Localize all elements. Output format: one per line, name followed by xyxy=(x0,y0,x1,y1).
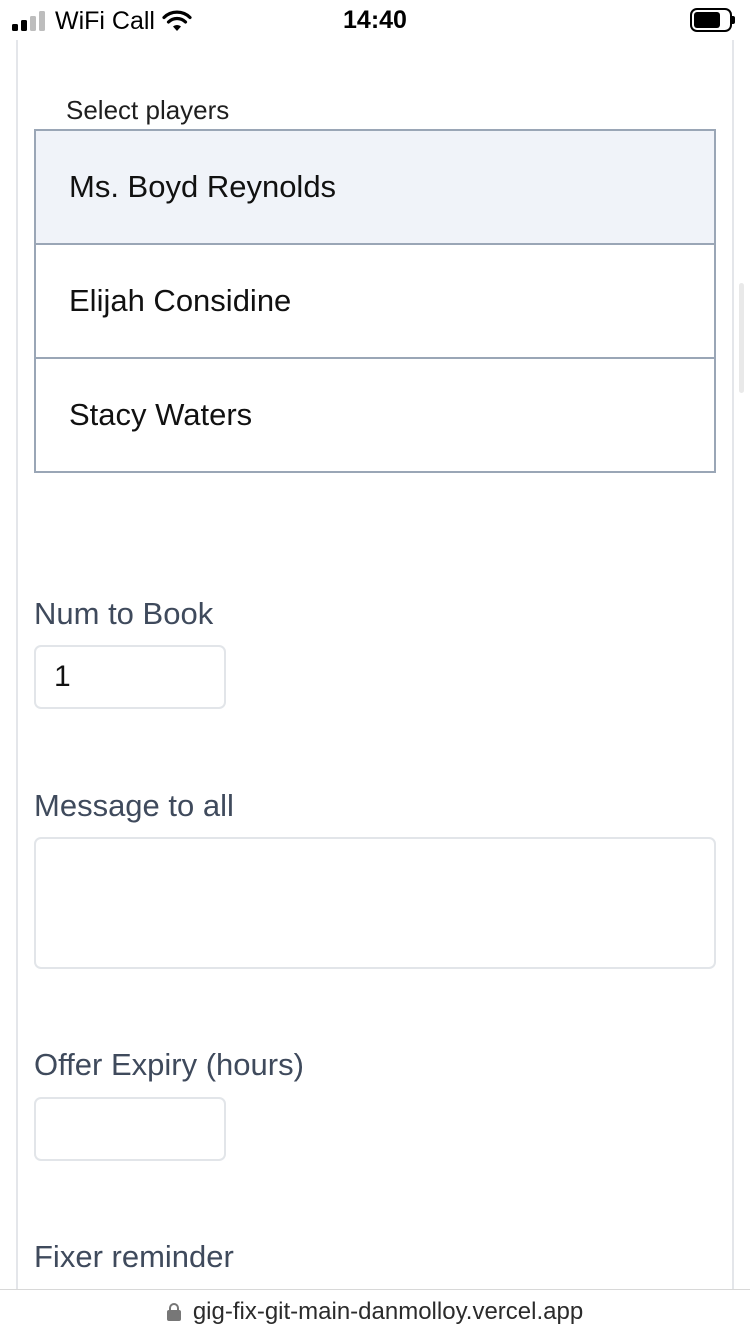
browser-url-bar[interactable]: gig-fix-git-main-danmolloy.vercel.app xyxy=(0,1289,750,1334)
status-bar: WiFi Call 14:40 xyxy=(0,0,750,40)
page-border-left xyxy=(16,40,18,1290)
page-border-right xyxy=(732,40,734,1290)
select-players-label: Select players xyxy=(66,95,230,125)
scrollbar[interactable] xyxy=(739,283,744,393)
player-option[interactable]: Elijah Considine xyxy=(34,243,716,359)
fixer-reminder-label: Fixer reminder xyxy=(34,1239,234,1274)
message-input[interactable] xyxy=(34,837,716,969)
num-to-book-input[interactable]: 1 xyxy=(34,645,226,709)
player-list: Ms. Boyd Reynolds Elijah Considine Stacy… xyxy=(34,129,716,473)
lock-icon xyxy=(166,1303,181,1321)
player-option[interactable]: Ms. Boyd Reynolds xyxy=(34,129,716,245)
clock: 14:40 xyxy=(343,6,407,34)
message-label: Message to all xyxy=(34,788,234,823)
offer-expiry-input[interactable] xyxy=(34,1097,226,1161)
offer-expiry-label: Offer Expiry (hours) xyxy=(34,1047,304,1082)
url-text: gig-fix-git-main-danmolloy.vercel.app xyxy=(192,1298,584,1325)
num-to-book-label: Num to Book xyxy=(34,596,214,631)
player-option[interactable]: Stacy Waters xyxy=(34,357,716,473)
battery-icon xyxy=(690,8,736,32)
